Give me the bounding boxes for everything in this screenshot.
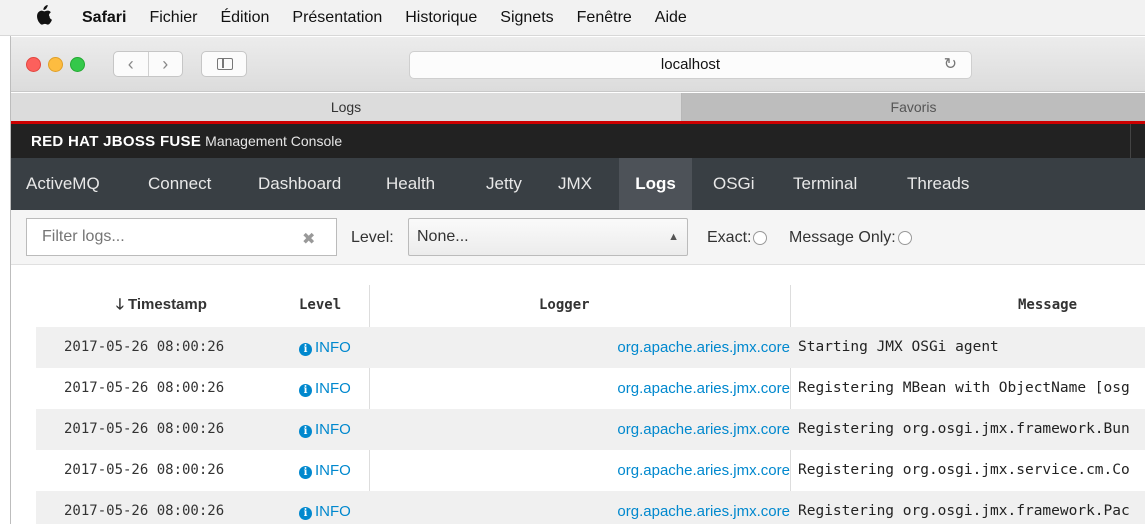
menu-signets[interactable]: Signets [500,9,553,27]
message-only-label: Message Only: [789,229,896,246]
message-only-option: Message Only: [789,229,912,247]
minimize-window-button[interactable] [48,57,63,72]
message-cell: Starting JMX OSGi agent [798,339,999,355]
nav-jetty[interactable]: Jetty [486,158,522,210]
console-nav: ActiveMQ Connect Dashboard Health Jetty … [11,158,1145,210]
table-row[interactable]: 2017-05-26 08:00:26 i INFO org.apache.ari… [36,327,1145,368]
tab-favoris[interactable]: Favoris [682,93,1145,121]
logger-link[interactable]: org.apache.aries.jmx.core [370,491,790,524]
nav-terminal[interactable]: Terminal [793,158,857,210]
brand-name: RED HAT JBOSS FUSE [31,133,202,150]
history-buttons: ‹ › [113,51,183,77]
level-cell: i INFO [299,409,351,450]
menu-presentation[interactable]: Présentation [292,9,382,27]
table-row[interactable]: 2017-05-26 08:00:26 i INFO org.apache.ari… [36,491,1145,524]
sidebar-icon [217,58,233,70]
logger-link[interactable]: org.apache.aries.jmx.core [370,450,790,491]
address-bar[interactable]: localhost ↻ [409,51,972,79]
info-icon: i [299,425,312,438]
zoom-window-button[interactable] [70,57,85,72]
timestamp-cell: 2017-05-26 08:00:26 [64,380,225,396]
address-text: localhost [660,56,721,73]
logger-link[interactable]: org.apache.aries.jmx.core [370,409,790,450]
apple-icon[interactable] [34,5,60,30]
timestamp-cell: 2017-05-26 08:00:26 [64,421,225,437]
level-cell: i INFO [299,368,351,409]
nav-health[interactable]: Health [386,158,435,210]
nav-threads[interactable]: Threads [907,158,969,210]
close-window-button[interactable] [26,57,41,72]
message-only-checkbox[interactable] [897,231,912,245]
header-timestamp[interactable]: 🡓 Timestamp [116,283,207,327]
table-row[interactable]: 2017-05-26 08:00:26 i INFO org.apache.ari… [36,409,1145,450]
level-select[interactable]: None... ▲▼ [408,218,688,279]
console-brand-bar: RED HAT JBOSS FUSE Management Console [11,124,1145,158]
info-icon: i [299,343,312,356]
menu-edition[interactable]: Édition [220,9,269,27]
sort-down-arrow-icon: 🡓 [116,296,124,313]
menu-safari[interactable]: Safari [82,9,126,27]
tab-bar: Logs Favoris [11,93,1145,121]
level-text: INFO [315,339,351,356]
header-message[interactable]: Message [1018,283,1077,327]
brand-subtitle: Management Console [205,133,343,149]
header-timestamp-label: Timestamp [127,296,207,313]
forward-chevron-right-icon[interactable]: › [149,52,183,76]
logger-link[interactable]: org.apache.aries.jmx.core [370,368,790,409]
message-cell: Registering org.osgi.jmx.service.cm.Co [798,462,1130,478]
message-cell: Registering MBean with ObjectName [osg [798,380,1130,396]
tab-logs[interactable]: Logs [11,93,682,121]
browser-toolbar: ‹ › localhost ↻ [11,37,1145,92]
nav-activemq[interactable]: ActiveMQ [26,158,100,210]
menu-fichier[interactable]: Fichier [149,9,197,27]
message-cell: Registering org.osgi.jmx.framework.Bun [798,421,1130,437]
table-row[interactable]: 2017-05-26 08:00:26 i INFO org.apache.ari… [36,368,1145,409]
back-chevron-left-icon[interactable]: ‹ [114,52,149,76]
nav-connect[interactable]: Connect [148,158,211,210]
filter-logs-input[interactable] [26,218,337,256]
level-cell: i INFO [299,491,351,524]
sidebar-toggle-button[interactable] [201,51,247,77]
brand-divider [1130,124,1131,158]
nav-osgi[interactable]: OSGi [713,158,755,210]
header-level[interactable]: Level [299,283,341,327]
level-cell: i INFO [299,327,351,368]
table-header: 🡓 Timestamp Level Logger Message [36,283,1145,327]
table-row[interactable]: 2017-05-26 08:00:26 i INFO org.apache.ari… [36,450,1145,491]
reload-icon[interactable]: ↻ [944,52,957,78]
nav-logs[interactable]: Logs [619,158,692,210]
menu-historique[interactable]: Historique [405,9,477,27]
clear-filter-icon[interactable]: ✖ [302,229,315,249]
log-filter-bar: ✖ Level: None... ▲▼ Exact: Message Only: [11,210,1145,279]
message-cell: Registering org.osgi.jmx.framework.Pac [798,503,1130,519]
timestamp-cell: 2017-05-26 08:00:26 [64,462,225,478]
level-text: INFO [315,503,351,520]
level-text: INFO [315,421,351,438]
nav-dashboard[interactable]: Dashboard [258,158,341,210]
nav-jmx[interactable]: JMX [558,158,592,210]
level-label: Level: [351,229,394,246]
menu-aide[interactable]: Aide [655,9,687,27]
timestamp-cell: 2017-05-26 08:00:26 [64,503,225,519]
exact-checkbox[interactable] [753,231,768,245]
log-table: 🡓 Timestamp Level Logger Message 2017-05… [11,265,1145,524]
level-text: INFO [315,380,351,397]
menu-bar: Safari Fichier Édition Présentation Hist… [0,0,1145,36]
exact-option: Exact: [707,229,768,247]
exact-label: Exact: [707,229,752,246]
console-brand[interactable]: RED HAT JBOSS FUSE Management Console [31,133,342,150]
info-icon: i [299,466,312,479]
info-icon: i [299,507,312,520]
level-cell: i INFO [299,450,351,491]
level-selected-value: None... [417,228,469,245]
level-text: INFO [315,462,351,479]
info-icon: i [299,384,312,397]
menu-fenetre[interactable]: Fenêtre [577,9,632,27]
timestamp-cell: 2017-05-26 08:00:26 [64,339,225,355]
logger-link[interactable]: org.apache.aries.jmx.core [370,327,790,368]
header-logger[interactable]: Logger [539,283,590,327]
